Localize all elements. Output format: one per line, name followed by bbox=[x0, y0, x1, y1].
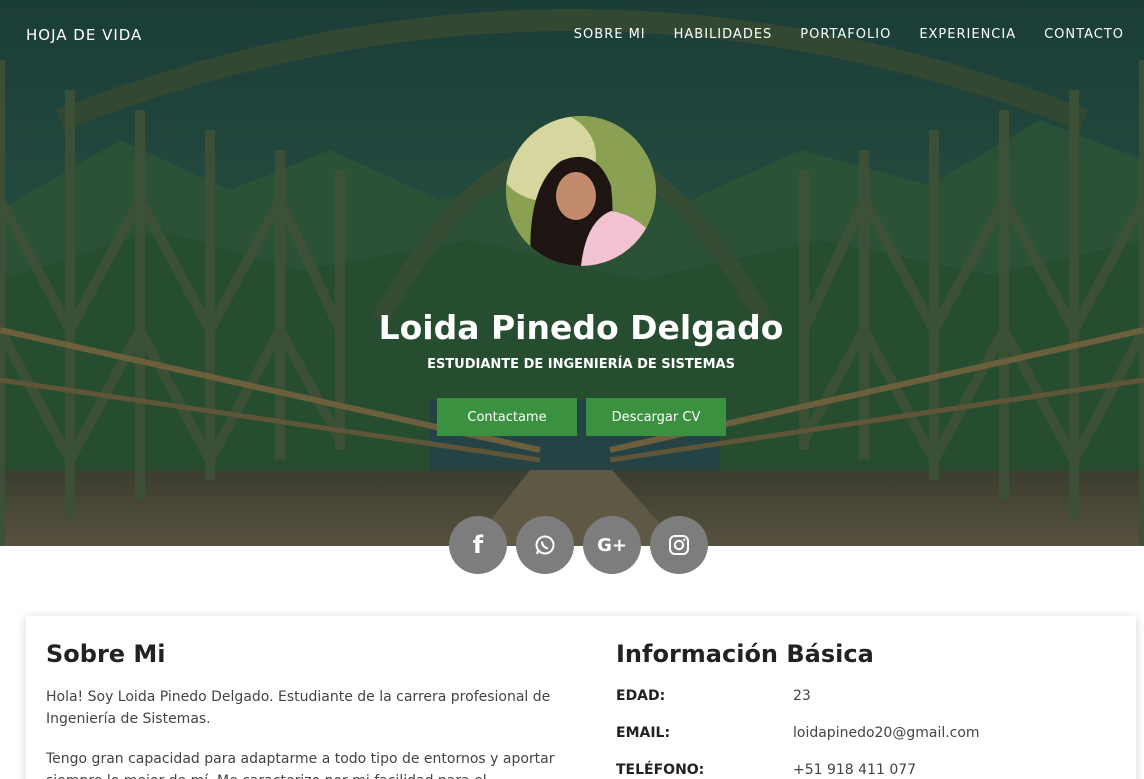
hero-subtitle: ESTUDIANTE DE INGENIERÍA DE SISTEMAS bbox=[427, 357, 735, 372]
age-value: 23 bbox=[793, 688, 811, 704]
social-links: f G+ bbox=[449, 516, 708, 574]
profile-photo bbox=[506, 116, 656, 266]
hero-background-image bbox=[0, 0, 1144, 546]
navbar: HOJA DE VIDA SOBRE MI HABILIDADES PORTAF… bbox=[0, 0, 1144, 72]
age-label: EDAD: bbox=[616, 688, 666, 704]
facebook-icon: f bbox=[472, 531, 484, 559]
nav-link-portafolio[interactable]: PORTAFOLIO bbox=[800, 27, 891, 42]
phone-label: TELÉFONO: bbox=[616, 762, 705, 778]
email-label: EMAIL: bbox=[616, 725, 671, 741]
google-plus-icon: G+ bbox=[597, 534, 627, 556]
about-info-card: Sobre Mi Hola! Soy Loida Pinedo Delgado.… bbox=[26, 616, 1136, 779]
phone-value: +51 918 411 077 bbox=[793, 762, 917, 778]
about-paragraph-2: Tengo gran capacidad para adaptarme a to… bbox=[46, 751, 555, 779]
nav-link-sobre-mi[interactable]: SOBRE MI bbox=[574, 27, 646, 42]
download-cv-button[interactable]: Descargar CV bbox=[586, 398, 726, 436]
hero-section: HOJA DE VIDA SOBRE MI HABILIDADES PORTAF… bbox=[0, 0, 1144, 546]
contact-button[interactable]: Contactame bbox=[437, 398, 577, 436]
instagram-icon bbox=[669, 535, 689, 555]
about-paragraph-1: Hola! Soy Loida Pinedo Delgado. Estudian… bbox=[46, 689, 551, 727]
email-value: loidapinedo20@gmail.com bbox=[793, 725, 980, 741]
hero-name: Loida Pinedo Delgado bbox=[378, 308, 784, 347]
nav-link-contacto[interactable]: CONTACTO bbox=[1044, 27, 1124, 42]
nav-links: SOBRE MI HABILIDADES PORTAFOLIO EXPERIEN… bbox=[574, 27, 1124, 42]
whatsapp-icon bbox=[535, 535, 555, 555]
basic-info-title: Información Básica bbox=[616, 640, 874, 668]
facebook-link[interactable]: f bbox=[449, 516, 507, 574]
nav-link-habilidades[interactable]: HABILIDADES bbox=[674, 27, 773, 42]
nav-link-experiencia[interactable]: EXPERIENCIA bbox=[919, 27, 1016, 42]
about-title: Sobre Mi bbox=[46, 640, 166, 668]
profile-avatar bbox=[506, 116, 656, 266]
whatsapp-link[interactable] bbox=[516, 516, 574, 574]
brand-logo-text[interactable]: HOJA DE VIDA bbox=[26, 26, 142, 44]
google-plus-link[interactable]: G+ bbox=[583, 516, 641, 574]
instagram-link[interactable] bbox=[650, 516, 708, 574]
